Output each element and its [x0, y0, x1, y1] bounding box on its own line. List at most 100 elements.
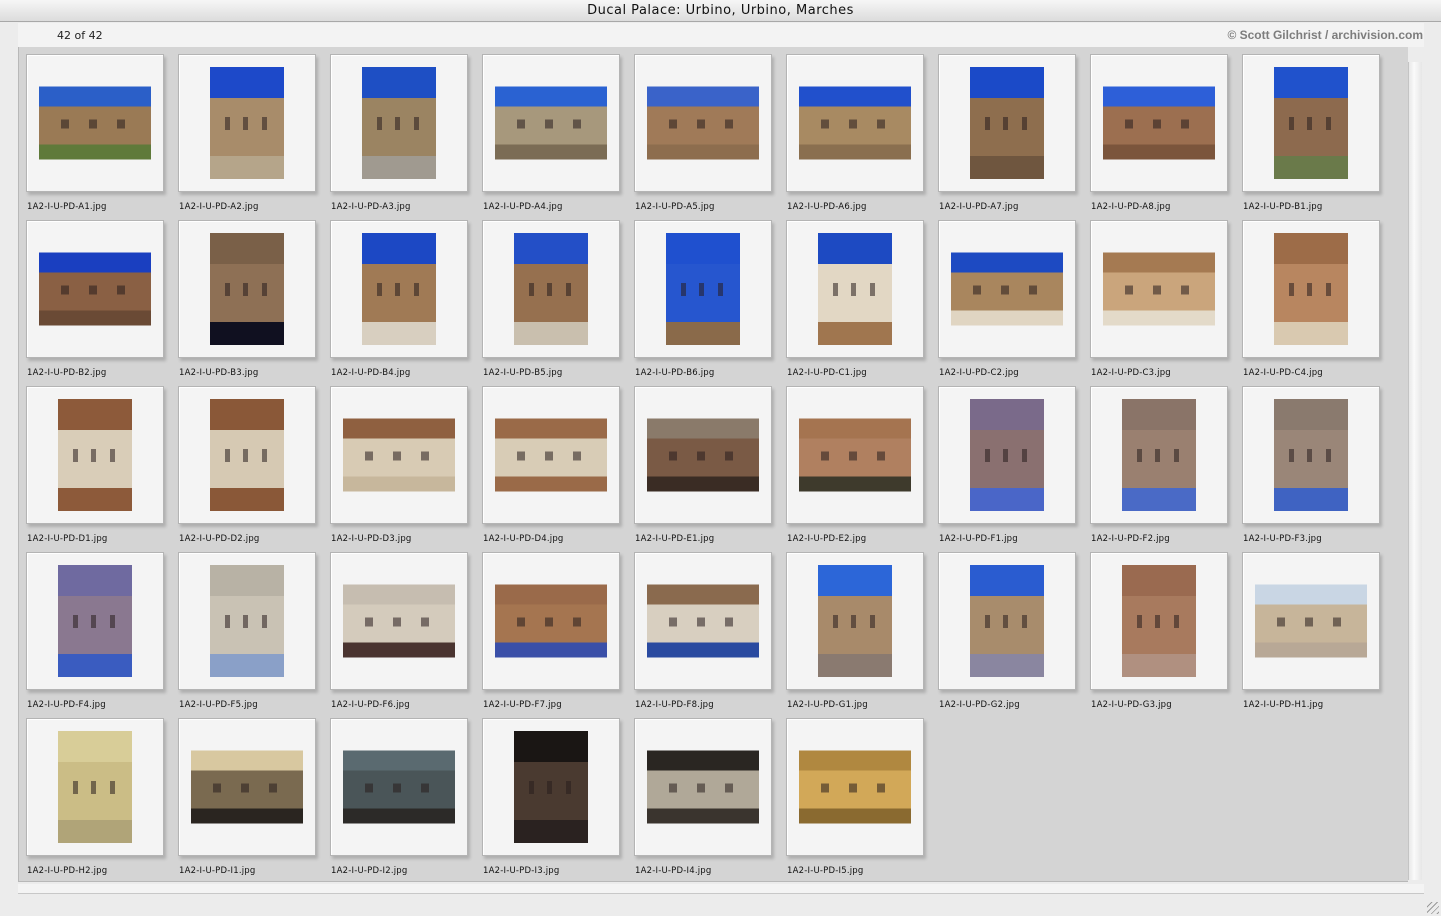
- thumbnail-card[interactable]: [938, 54, 1076, 192]
- thumbnail-filename: 1A2-I-U-PD-C2.jpg: [939, 368, 1019, 378]
- thumbnail-image: [1103, 86, 1215, 160]
- thumbnail-card[interactable]: [1090, 552, 1228, 690]
- thumbnail-image: [799, 750, 911, 824]
- thumbnail-image: [210, 565, 284, 677]
- thumbnail-gallery: 1A2-I-U-PD-A1.jpg 1A2-I-U-PD-A2.jpg 1A2-I-…: [18, 47, 1408, 882]
- thumbnail-filename: 1A2-I-U-PD-A4.jpg: [483, 202, 563, 212]
- thumbnail-image: [58, 399, 132, 511]
- thumbnail-filename: 1A2-I-U-PD-I3.jpg: [483, 866, 560, 876]
- thumbnail-filename: 1A2-I-U-PD-F1.jpg: [939, 534, 1018, 544]
- thumbnail-card[interactable]: [178, 220, 316, 358]
- thumbnail-card[interactable]: [330, 552, 468, 690]
- info-bar: 42 of 42 © Scott Gilchrist / archivision…: [18, 23, 1424, 47]
- thumbnail-card[interactable]: [482, 552, 620, 690]
- thumbnail-image: [818, 233, 892, 345]
- thumbnail-card[interactable]: [1090, 220, 1228, 358]
- thumbnail-image: [58, 565, 132, 677]
- thumbnail-filename: 1A2-I-U-PD-F2.jpg: [1091, 534, 1170, 544]
- thumbnail-card[interactable]: [634, 220, 772, 358]
- thumbnail-card[interactable]: [786, 386, 924, 524]
- thumbnail-filename: 1A2-I-U-PD-G3.jpg: [1091, 700, 1172, 710]
- thumbnail-filename: 1A2-I-U-PD-D3.jpg: [331, 534, 412, 544]
- thumbnail-card[interactable]: [1090, 386, 1228, 524]
- thumbnail-filename: 1A2-I-U-PD-B6.jpg: [635, 368, 715, 378]
- thumbnail-filename: 1A2-I-U-PD-A1.jpg: [27, 202, 107, 212]
- thumbnail-card[interactable]: [330, 386, 468, 524]
- thumbnail-filename: 1A2-I-U-PD-G1.jpg: [787, 700, 868, 710]
- thumbnail-filename: 1A2-I-U-PD-B4.jpg: [331, 368, 411, 378]
- thumbnail-card[interactable]: [634, 54, 772, 192]
- thumbnail-filename: 1A2-I-U-PD-B1.jpg: [1243, 202, 1323, 212]
- thumbnail-card[interactable]: [178, 552, 316, 690]
- vertical-scrollbar[interactable]: [1408, 62, 1422, 880]
- thumbnail-filename: 1A2-I-U-PD-B2.jpg: [27, 368, 107, 378]
- thumbnail-card[interactable]: [786, 220, 924, 358]
- thumbnail-image: [647, 86, 759, 160]
- thumbnail-card[interactable]: [1242, 552, 1380, 690]
- thumbnail-image: [495, 86, 607, 160]
- thumbnail-filename: 1A2-I-U-PD-A7.jpg: [939, 202, 1019, 212]
- thumbnail-image: [1122, 399, 1196, 511]
- thumbnail-card[interactable]: [634, 552, 772, 690]
- thumbnail-card[interactable]: [178, 54, 316, 192]
- thumbnail-card[interactable]: [634, 386, 772, 524]
- thumbnail-card[interactable]: [1090, 54, 1228, 192]
- thumbnail-filename: 1A2-I-U-PD-E1.jpg: [635, 534, 715, 544]
- thumbnail-card[interactable]: [330, 54, 468, 192]
- thumbnail-image: [951, 252, 1063, 326]
- thumbnail-filename: 1A2-I-U-PD-F8.jpg: [635, 700, 714, 710]
- thumbnail-image: [1103, 252, 1215, 326]
- thumbnail-card[interactable]: [938, 220, 1076, 358]
- thumbnail-card[interactable]: [26, 718, 164, 856]
- thumbnail-image: [39, 86, 151, 160]
- thumbnail-filename: 1A2-I-U-PD-A2.jpg: [179, 202, 259, 212]
- thumbnail-card[interactable]: [482, 718, 620, 856]
- thumbnail-filename: 1A2-I-U-PD-F3.jpg: [1243, 534, 1322, 544]
- thumbnail-card[interactable]: [330, 718, 468, 856]
- thumbnail-filename: 1A2-I-U-PD-D1.jpg: [27, 534, 108, 544]
- copyright-credit: © Scott Gilchrist / archivision.com: [1227, 28, 1423, 42]
- thumbnail-image: [1122, 565, 1196, 677]
- thumbnail-image: [210, 67, 284, 179]
- thumbnail-card[interactable]: [482, 54, 620, 192]
- thumbnail-card[interactable]: [634, 718, 772, 856]
- thumbnail-card[interactable]: [1242, 386, 1380, 524]
- thumbnail-image: [647, 584, 759, 658]
- thumbnail-filename: 1A2-I-U-PD-A6.jpg: [787, 202, 867, 212]
- thumbnail-image: [39, 252, 151, 326]
- thumbnail-image: [970, 399, 1044, 511]
- thumbnail-filename: 1A2-I-U-PD-I5.jpg: [787, 866, 864, 876]
- thumbnail-card[interactable]: [1242, 54, 1380, 192]
- thumbnail-card[interactable]: [26, 386, 164, 524]
- thumbnail-image: [1255, 584, 1367, 658]
- thumbnail-card[interactable]: [26, 220, 164, 358]
- resize-grip-icon[interactable]: [1427, 902, 1439, 914]
- thumbnail-card[interactable]: [938, 386, 1076, 524]
- thumbnail-card[interactable]: [178, 718, 316, 856]
- thumbnail-card[interactable]: [178, 386, 316, 524]
- thumbnail-filename: 1A2-I-U-PD-I1.jpg: [179, 866, 256, 876]
- thumbnail-image: [647, 750, 759, 824]
- thumbnail-filename: 1A2-I-U-PD-E2.jpg: [787, 534, 867, 544]
- thumbnail-filename: 1A2-I-U-PD-C3.jpg: [1091, 368, 1171, 378]
- thumbnail-filename: 1A2-I-U-PD-D4.jpg: [483, 534, 564, 544]
- thumbnail-image: [191, 750, 303, 824]
- thumbnail-image: [495, 584, 607, 658]
- thumbnail-card[interactable]: [330, 220, 468, 358]
- thumbnail-image: [362, 233, 436, 345]
- thumbnail-card[interactable]: [1242, 220, 1380, 358]
- thumbnail-card[interactable]: [482, 386, 620, 524]
- thumbnail-card[interactable]: [786, 552, 924, 690]
- thumbnail-card[interactable]: [482, 220, 620, 358]
- thumbnail-card[interactable]: [26, 552, 164, 690]
- thumbnail-image: [514, 731, 588, 843]
- thumbnail-image: [514, 233, 588, 345]
- thumbnail-card[interactable]: [786, 718, 924, 856]
- thumbnail-card[interactable]: [26, 54, 164, 192]
- thumbnail-image: [343, 418, 455, 492]
- thumbnail-image: [210, 233, 284, 345]
- thumbnail-card[interactable]: [938, 552, 1076, 690]
- image-count: 42 of 42: [57, 29, 103, 42]
- thumbnail-filename: 1A2-I-U-PD-C4.jpg: [1243, 368, 1323, 378]
- thumbnail-card[interactable]: [786, 54, 924, 192]
